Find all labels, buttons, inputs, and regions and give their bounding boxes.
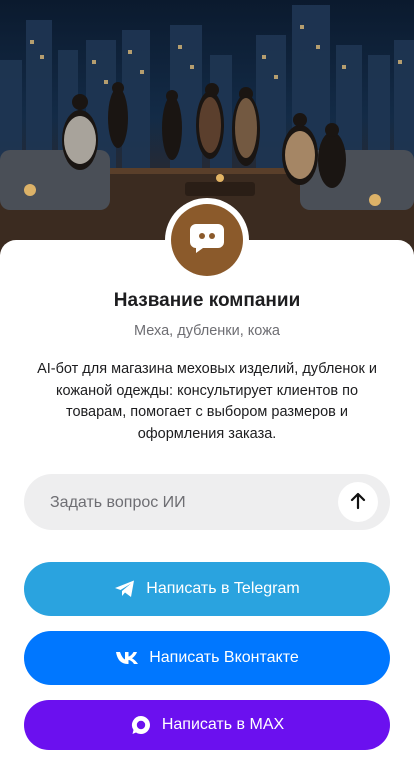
ask-ai-box xyxy=(24,474,390,532)
arrow-up-icon xyxy=(350,492,366,513)
chat-bubble-icon xyxy=(189,222,225,259)
avatar-circle xyxy=(171,204,243,276)
send-button[interactable] xyxy=(338,482,378,522)
vk-button-label: Написать Вконтакте xyxy=(149,649,299,666)
vk-button[interactable]: Написать Вконтакте xyxy=(24,631,390,685)
telegram-icon xyxy=(114,579,136,599)
vk-icon xyxy=(115,651,139,665)
telegram-button-label: Написать в Telegram xyxy=(146,580,300,597)
company-description: AI-бот для магазина меховых изделий, дуб… xyxy=(37,361,377,442)
max-button[interactable]: Написать в MAX xyxy=(24,700,390,750)
max-button-label: Написать в MAX xyxy=(161,716,285,733)
max-icon xyxy=(130,714,152,736)
avatar xyxy=(165,198,249,282)
company-tagline: Меха, дубленки, кожа xyxy=(134,323,280,339)
ask-ai-input[interactable] xyxy=(48,474,352,532)
telegram-button[interactable]: Написать в Telegram xyxy=(24,562,390,616)
company-name: Название компании xyxy=(113,290,301,311)
